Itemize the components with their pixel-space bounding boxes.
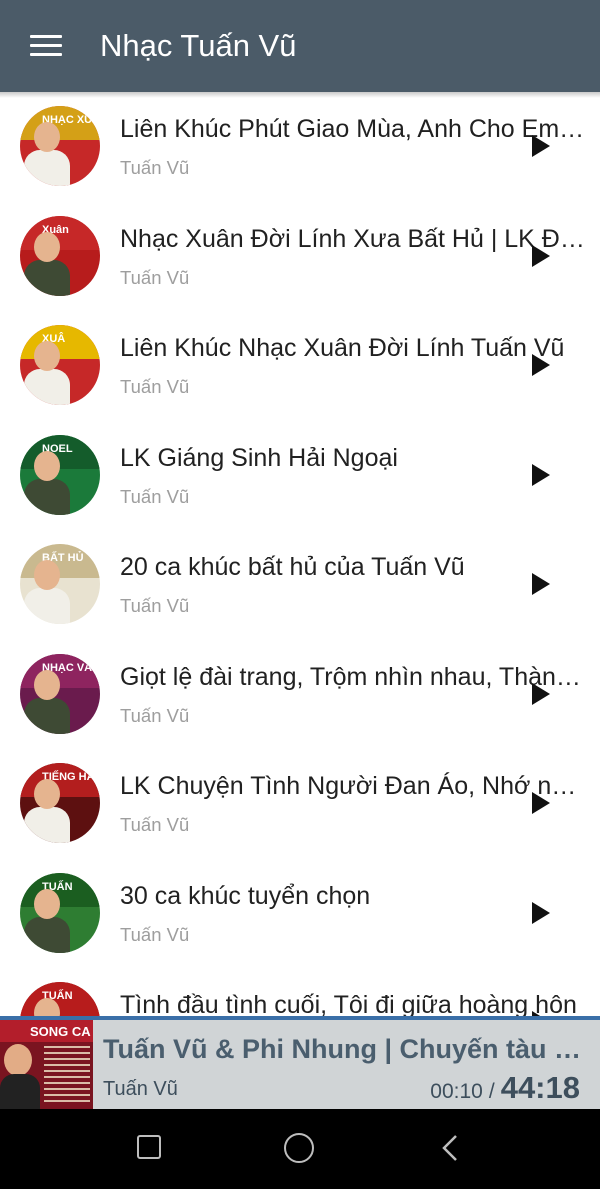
player-thumbnail: SONG CA [0, 1020, 93, 1109]
play-icon[interactable] [532, 901, 550, 924]
play-icon[interactable] [532, 792, 550, 814]
home-icon[interactable] [284, 1133, 314, 1163]
player-artist: Tuấn Vũ [103, 1078, 178, 1100]
play-icon[interactable] [532, 682, 550, 705]
mini-player[interactable]: SONG CA Tuấn Vũ & Phi Nhung | Chuyến tàu… [0, 1016, 600, 1109]
player-thumbnail-text: SONG CA [30, 1024, 91, 1039]
song-artist: Tuấn Vũ [120, 485, 190, 507]
song-artist: Tuấn Vũ [120, 157, 190, 178]
song-item[interactable]: BẤT HỦ 20 ca khúc bất hủ của Tuấn Vũ Tuấn … [0, 530, 600, 640]
song-title: LK Giáng Sinh Hải Ngoại [120, 443, 398, 472]
song-item[interactable]: TIẾNG HÁT LK Chuyện Tình Người Đan Áo, Nh… [0, 749, 600, 859]
song-thumbnail: TUẤN [20, 872, 100, 953]
song-thumbnail: TIẾNG HÁT [20, 763, 100, 843]
song-title: Liên Khúc Nhạc Xuân Đời Lính Tuấn Vũ [120, 334, 565, 362]
song-thumbnail: NOEL [20, 434, 100, 515]
time-separator: / [488, 1080, 495, 1103]
song-title: Liên Khúc Phút Giao Mùa, Anh Cho Em Mùa … [120, 115, 586, 143]
song-artist: Tuấn Vũ [120, 923, 190, 945]
recents-icon[interactable] [137, 1135, 161, 1159]
song-thumbnail: NHẠC XU [20, 106, 100, 186]
song-artist: Tuấn Vũ [120, 595, 190, 616]
song-title: 30 ca khúc tuyển chọn [120, 881, 371, 910]
song-artist: Tuấn Vũ [120, 814, 190, 835]
song-item[interactable]: Xuân Nhạc Xuân Đời Lính Xưa Bất Hủ | LK Đ… [0, 202, 600, 312]
song-item[interactable]: NHẠC XU Liên Khúc Phút Giao Mùa, Anh Cho … [0, 92, 600, 202]
song-thumbnail: NHẠC VÀN [20, 653, 100, 734]
player-time: 00:10/44:18 [430, 1070, 580, 1106]
menu-icon[interactable] [28, 32, 64, 60]
song-item[interactable]: NOEL LK Giáng Sinh Hải Ngoại Tuấn Vũ [0, 421, 600, 531]
song-item[interactable]: TUẤN 30 ca khúc tuyển chọn Tuấn Vũ [0, 859, 600, 969]
app-title: Nhạc Tuấn Vũ [100, 28, 297, 63]
current-time: 00:10 [430, 1080, 483, 1103]
song-artist: Tuấn Vũ [120, 704, 190, 726]
song-artist: Tuấn Vũ [120, 266, 190, 288]
song-title: LK Chuyện Tình Người Đan Áo, Nhớ người y… [120, 772, 586, 800]
duration: 44:18 [500, 1070, 580, 1105]
song-title: 20 ca khúc bất hủ của Tuấn Vũ [120, 553, 465, 581]
play-icon[interactable] [532, 573, 550, 595]
back-icon[interactable] [436, 1133, 466, 1163]
play-icon[interactable] [532, 244, 550, 267]
system-nav-bar [0, 1109, 600, 1189]
song-list[interactable]: NHẠC XU Liên Khúc Phút Giao Mùa, Anh Cho … [0, 92, 600, 1017]
play-icon[interactable] [532, 135, 550, 157]
song-thumbnail: Xuân [20, 215, 100, 296]
song-item[interactable]: XUÂ Liên Khúc Nhạc Xuân Đời Lính Tuấn Vũ T… [0, 311, 600, 421]
song-item[interactable]: TUẤN Tình đầu tình cuối, Tôi đi giữa hoàn… [0, 968, 600, 1017]
play-icon[interactable] [532, 463, 550, 486]
song-thumbnail: XUÂ [20, 325, 100, 405]
app-bar: Nhạc Tuấn Vũ [0, 0, 600, 92]
song-title: Nhạc Xuân Đời Lính Xưa Bất Hủ | LK Đón X… [120, 224, 586, 253]
player-title: Tuấn Vũ & Phi Nhung | Chuyến tàu hoàng h… [103, 1034, 583, 1064]
song-artist: Tuấn Vũ [120, 376, 190, 397]
play-icon[interactable] [532, 354, 550, 376]
song-thumbnail: TUẤN [20, 982, 100, 1017]
song-item[interactable]: NHẠC VÀN Giọt lệ đài trang, Trộm nhìn nha… [0, 640, 600, 750]
song-title: Tình đầu tình cuối, Tôi đi giữa hoàng hô… [120, 991, 577, 1017]
song-thumbnail: BẤT HỦ [20, 544, 100, 624]
song-title: Giọt lệ đài trang, Trộm nhìn nhau, Thành… [120, 662, 586, 691]
